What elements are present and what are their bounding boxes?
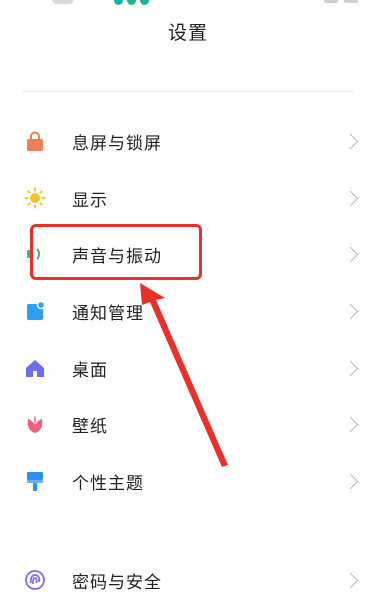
annotation-arrow — [140, 283, 228, 467]
